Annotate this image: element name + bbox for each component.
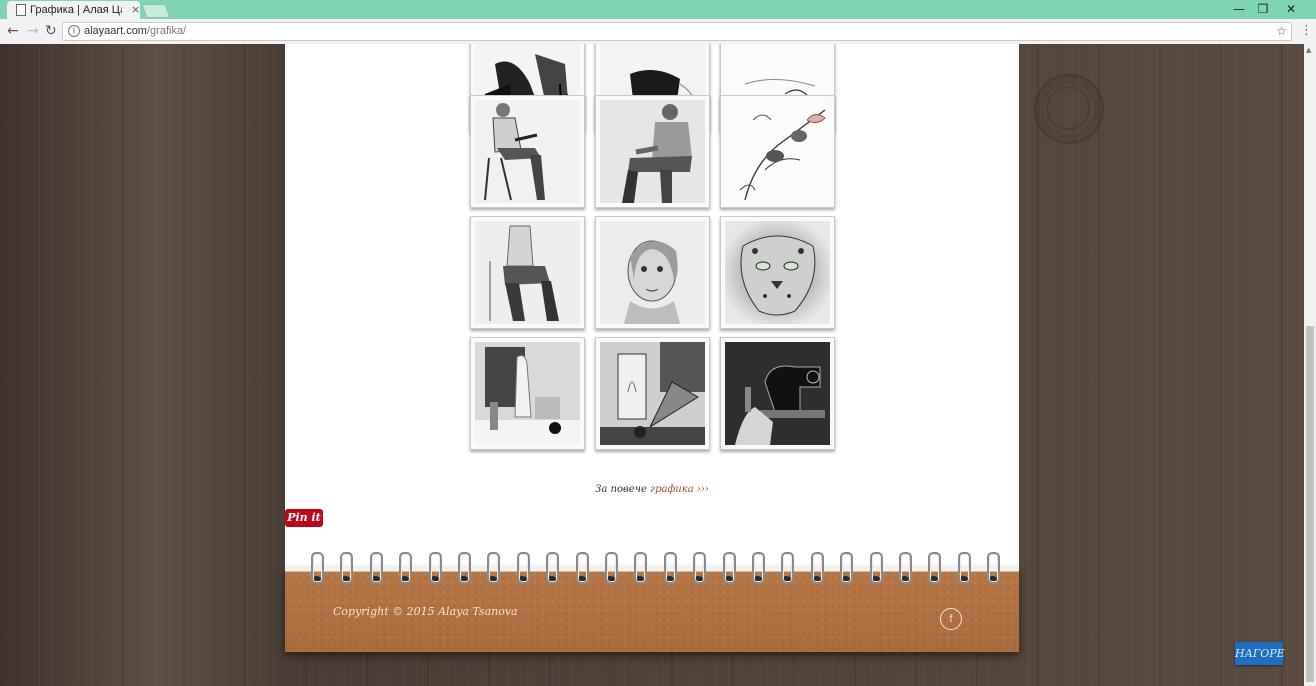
pinit-button[interactable]: Pin it: [285, 509, 323, 527]
ring-loop: [957, 552, 971, 584]
tab-title: Графика | Алая Цан: [30, 4, 122, 16]
address-bar[interactable]: i alayaart.com/grafika/ ☆: [62, 22, 1292, 41]
spiral-ring: [928, 552, 942, 584]
new-tab-button[interactable]: [141, 4, 171, 18]
page-scrollbar[interactable]: ▲: [1304, 44, 1316, 686]
spiral-ring: [957, 552, 971, 584]
ring-loop: [693, 552, 707, 584]
spiral-ring: [516, 552, 530, 584]
ring-loop: [458, 552, 471, 584]
tab-close-icon[interactable]: ×: [131, 1, 140, 19]
ring-loop: [605, 552, 618, 584]
browser-titlebar: Графика | Алая Цан × — ❐ ✕: [0, 0, 1316, 19]
spiral-ring: [546, 552, 560, 584]
spiral-ring: [458, 552, 471, 584]
scroll-up-arrow-icon[interactable]: ▲: [1306, 46, 1311, 54]
ring-loop: [340, 552, 354, 584]
ring-loop: [869, 552, 883, 584]
ring-loop: [399, 552, 413, 584]
forward-icon[interactable]: →: [27, 22, 39, 40]
back-icon[interactable]: ←: [7, 22, 19, 40]
url-path: /grafika/: [146, 25, 187, 37]
gallery-thumb[interactable]: [595, 337, 710, 450]
browser-menu-icon[interactable]: ⋮: [1300, 22, 1313, 40]
artwork-image: [725, 342, 830, 445]
copyright-text: Copyright © 2015 Alaya Tsanova: [333, 605, 518, 618]
gallery-thumb[interactable]: [595, 95, 710, 208]
spiral-ring: [752, 552, 765, 584]
back-to-top-button[interactable]: НАГОРЕ: [1235, 642, 1285, 665]
ring-loop: [722, 552, 736, 584]
ring-loop: [428, 552, 442, 584]
spiral-ring: [605, 552, 618, 584]
spiral-ring: [428, 552, 442, 584]
page-viewport: За повече графика ››› Pin it Copyright ©…: [0, 44, 1304, 686]
spiral-ring: [340, 552, 354, 584]
spiral-ring: [663, 552, 677, 584]
artwork-image: [475, 221, 580, 324]
spiral-ring: [575, 552, 589, 584]
gallery-thumb[interactable]: [595, 216, 710, 329]
reload-icon[interactable]: ↻: [45, 22, 57, 40]
spiral-ring: [810, 552, 824, 584]
minimize-button[interactable]: —: [1227, 1, 1251, 17]
more-prefix: За повече: [595, 484, 651, 495]
ring-loop: [781, 552, 795, 584]
wood-knot-inner: [1046, 86, 1090, 130]
spiral-ring: [369, 552, 383, 584]
ring-loop: [752, 552, 765, 584]
artwork-image: [600, 342, 705, 445]
document-icon: [16, 4, 26, 16]
artwork-image: [475, 100, 580, 203]
ring-loop: [546, 552, 560, 584]
gallery-thumb[interactable]: [470, 337, 585, 450]
artwork-image: [600, 100, 705, 203]
artwork-image: [725, 221, 830, 324]
more-graphics-link[interactable]: За повече графика ›››: [285, 484, 1019, 495]
ring-loop: [634, 552, 648, 584]
gallery-thumb[interactable]: [470, 216, 585, 329]
spiral-ring: [311, 552, 324, 584]
bookmark-star-icon[interactable]: ☆: [1276, 23, 1287, 40]
url-host: alayaart.com: [84, 25, 147, 37]
info-icon[interactable]: i: [68, 25, 80, 37]
spiral-ring: [722, 552, 736, 584]
scrollbar-thumb[interactable]: [1306, 326, 1314, 682]
restore-button[interactable]: ❐: [1251, 1, 1275, 17]
spiral-ring: [987, 552, 1001, 584]
ring-loop: [663, 552, 677, 584]
spiral-ring: [899, 552, 912, 584]
spiral-ring: [399, 552, 413, 584]
ring-loop: [810, 552, 824, 584]
ring-loop: [369, 552, 383, 584]
gallery-thumb[interactable]: [720, 95, 835, 208]
spiral-ring: [840, 552, 854, 584]
more-link-text[interactable]: графика ›››: [650, 484, 709, 495]
ring-loop: [840, 552, 854, 584]
browser-tab[interactable]: Графика | Алая Цан ×: [7, 1, 140, 19]
spiral-ring: [869, 552, 883, 584]
ring-loop: [928, 552, 942, 584]
url-text: alayaart.com/grafika/: [84, 23, 186, 40]
facebook-icon[interactable]: f: [940, 608, 962, 630]
spiral-ring: [487, 552, 501, 584]
ring-loop: [516, 552, 530, 584]
artwork-image: [725, 100, 830, 203]
ring-loop: [987, 552, 1001, 584]
browser-toolbar: ← → ↻ i alayaart.com/grafika/ ☆ ⋮: [0, 19, 1316, 45]
gallery-thumb[interactable]: [470, 95, 585, 208]
spiral-ring: [693, 552, 707, 584]
gallery-thumb[interactable]: [720, 216, 835, 329]
ring-loop: [311, 552, 324, 584]
spiral-ring: [781, 552, 795, 584]
close-window-button[interactable]: ✕: [1279, 1, 1303, 17]
ring-loop: [487, 552, 501, 584]
gallery-thumb[interactable]: [720, 337, 835, 450]
ring-loop: [899, 552, 912, 584]
spiral-ring: [634, 552, 648, 584]
ring-loop: [575, 552, 589, 584]
artwork-image: [600, 221, 705, 324]
artwork-image: [475, 342, 580, 445]
